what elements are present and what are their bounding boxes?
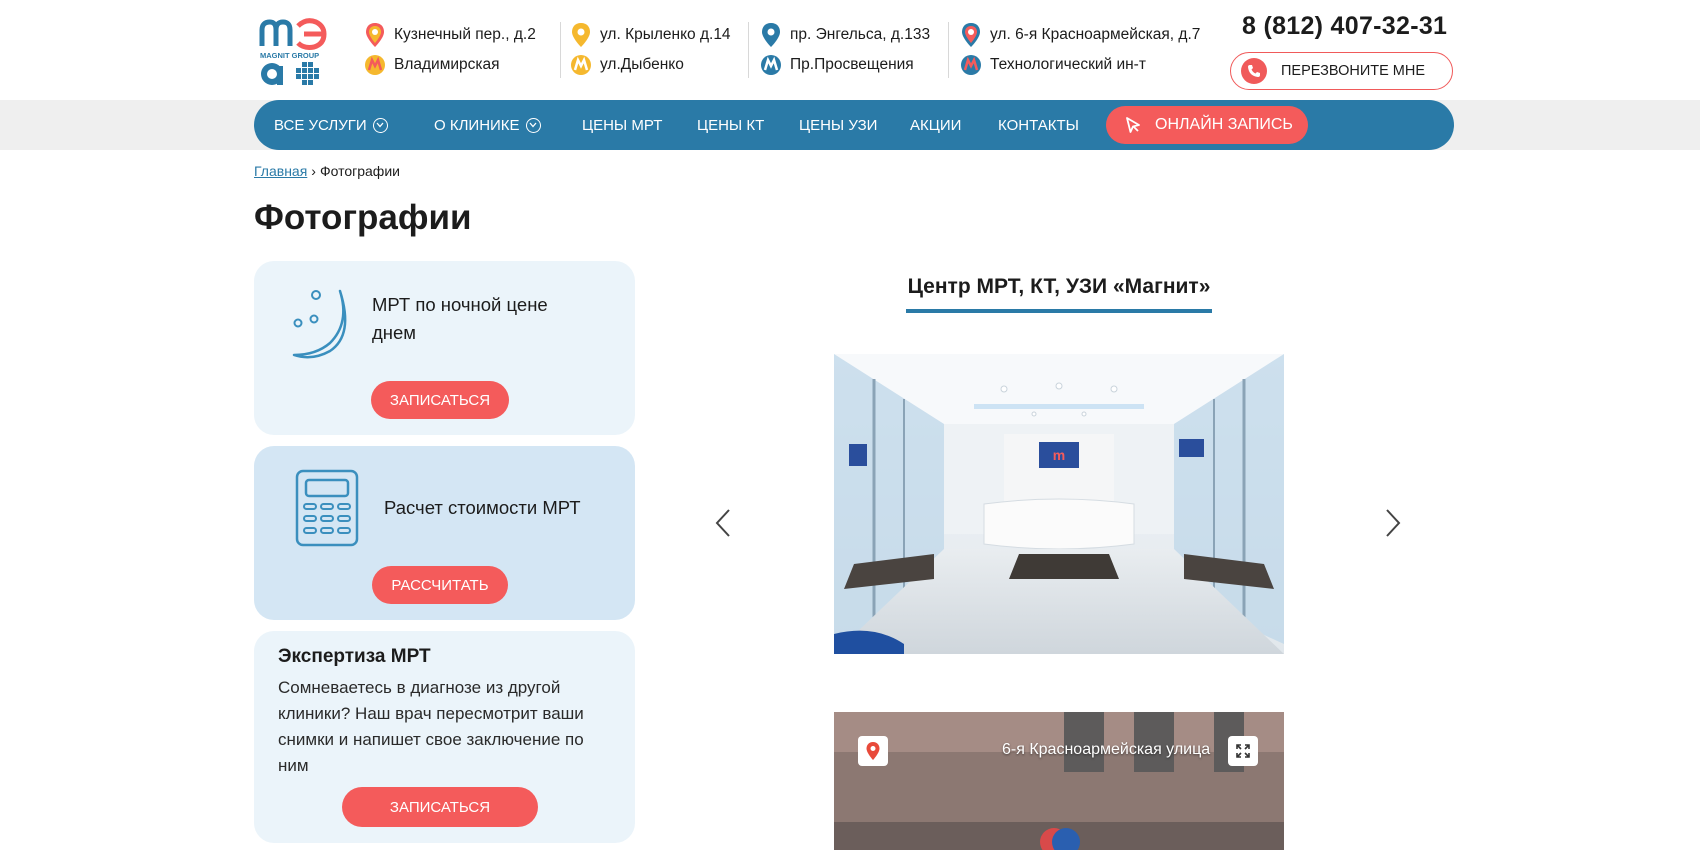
divider — [948, 22, 949, 78]
map-pin-icon[interactable] — [858, 736, 888, 766]
svg-text:m: m — [1053, 447, 1065, 463]
logo-text: MAGNIT GROUP — [260, 51, 319, 60]
location-pin-icon — [366, 23, 384, 47]
nav-item-label: ЦЕНЫ КТ — [697, 116, 765, 134]
nav-item-kt-prices[interactable]: ЦЕНЫ КТ — [697, 100, 764, 150]
address-block-1[interactable]: Кузнечный пер., д.2 Владимирская — [364, 20, 536, 80]
breadcrumb: Главная › Фотографии — [254, 163, 400, 179]
nav-item-all-services[interactable]: ВСЕ УСЛУГИ — [274, 100, 388, 150]
page-title: Фотографии — [254, 198, 472, 237]
arrow-left-icon[interactable] — [714, 508, 732, 538]
address-street: ул. 6-я Красноармейская, д.7 — [990, 26, 1201, 43]
chevron-down-icon — [372, 117, 388, 133]
metro-icon — [961, 55, 981, 75]
online-booking-button[interactable]: ОНЛАЙН ЗАПИСЬ — [1106, 106, 1308, 144]
nav-item-label: О КЛИНИКЕ — [434, 116, 520, 134]
nav-item-label: АКЦИИ — [910, 116, 962, 134]
divider — [560, 22, 561, 78]
address-street: пр. Энгельса, д.133 — [790, 26, 931, 43]
nav-item-contacts[interactable]: КОНТАКТЫ — [998, 100, 1079, 150]
location-pin-icon — [572, 23, 590, 47]
breadcrumb-home-link[interactable]: Главная — [254, 163, 307, 179]
arrow-right-icon[interactable] — [1384, 508, 1402, 538]
night-price-card: МРТ по ночной цене днем ЗАПИСАТЬСЯ — [254, 261, 635, 435]
page: MAGNIT GROUP Кузнечный пер., д.2 Владими… — [0, 0, 1700, 850]
expand-icon[interactable] — [1228, 736, 1258, 766]
divider — [748, 22, 749, 78]
moon-icon — [292, 289, 347, 359]
expertise-card-title: Экспертиза МРТ — [278, 646, 431, 667]
online-booking-label: ОНЛАЙН ЗАПИСЬ — [1155, 116, 1293, 133]
gallery-title: Центр МРТ, КТ, УЗИ «Магнит» — [907, 275, 1211, 298]
breadcrumb-current: Фотографии — [319, 163, 400, 179]
calc-card-calculate-button[interactable]: РАССЧИТАТЬ — [372, 566, 508, 604]
nav-item-promotions[interactable]: АКЦИИ — [910, 100, 961, 150]
address-block-2[interactable]: ул. Крыленко д.14 ул.Дыбенко — [570, 20, 731, 80]
address-metro: Пр.Просвещения — [790, 56, 914, 73]
address-block-4[interactable]: ул. 6-я Красноармейская, д.7 Технологиче… — [960, 20, 1200, 80]
nav-item-label: ЦЕНЫ УЗИ — [799, 116, 878, 134]
calculator-icon — [295, 469, 359, 547]
night-card-text: МРТ по ночной цене днем — [372, 294, 548, 343]
address-metro: ул.Дыбенко — [600, 56, 684, 73]
address-street: ул. Крыленко д.14 — [600, 26, 731, 43]
night-card-signup-button[interactable]: ЗАПИСАТЬСЯ — [371, 381, 509, 419]
metro-icon — [365, 55, 385, 75]
address-metro: Технологический ин-т — [990, 56, 1146, 73]
breadcrumb-separator: › — [311, 163, 316, 179]
street-view-panorama[interactable]: 6-я Красноармейская улица — [834, 712, 1284, 850]
expertise-card-signup-button[interactable]: ЗАПИСАТЬСЯ — [342, 787, 538, 827]
address-block-3[interactable]: пр. Энгельса, д.133 Пр.Просвещения — [760, 20, 930, 80]
cursor-click-icon — [1126, 117, 1140, 133]
phone-icon — [1241, 58, 1267, 84]
location-pin-icon — [762, 23, 780, 47]
street-view-label: 6-я Красноармейская улица — [1002, 741, 1211, 758]
callback-button[interactable]: ПЕРЕЗВОНИТЕ МНЕ — [1230, 52, 1453, 90]
nav-item-uzi-prices[interactable]: ЦЕНЫ УЗИ — [799, 100, 877, 150]
calc-card: Расчет стоимости МРТ РАССЧИТАТЬ — [254, 446, 635, 620]
phone-number[interactable]: 8 (812) 407-32-31 — [1242, 12, 1447, 41]
metro-icon — [761, 55, 781, 75]
clinic-photo[interactable]: m — [834, 354, 1284, 654]
address-street: Кузнечный пер., д.2 — [394, 26, 536, 43]
nav-item-label: ЦЕНЫ МРТ — [582, 116, 663, 134]
expertise-card: Экспертиза МРТ Сомневаетесь в диагнозе и… — [254, 631, 635, 843]
nav-item-mrt-prices[interactable]: ЦЕНЫ МРТ — [582, 100, 662, 150]
calc-card-text: Расчет стоимости МРТ — [384, 497, 581, 518]
address-metro: Владимирская — [394, 56, 500, 73]
header: MAGNIT GROUP Кузнечный пер., д.2 Владими… — [0, 0, 1700, 100]
nav-item-about[interactable]: О КЛИНИКЕ — [434, 100, 541, 150]
nav-item-label: ВСЕ УСЛУГИ — [274, 116, 367, 134]
logo[interactable]: MAGNIT GROUP — [258, 14, 358, 90]
nav-item-label: КОНТАКТЫ — [998, 116, 1079, 134]
expertise-card-text: Сомневаетесь в диагнозе из другой клиник… — [278, 678, 584, 775]
gallery-title-underline — [906, 309, 1212, 313]
metro-icon — [571, 55, 591, 75]
location-pin-icon — [962, 23, 980, 47]
callback-label: ПЕРЕЗВОНИТЕ МНЕ — [1281, 63, 1426, 79]
chevron-down-icon — [525, 117, 541, 133]
